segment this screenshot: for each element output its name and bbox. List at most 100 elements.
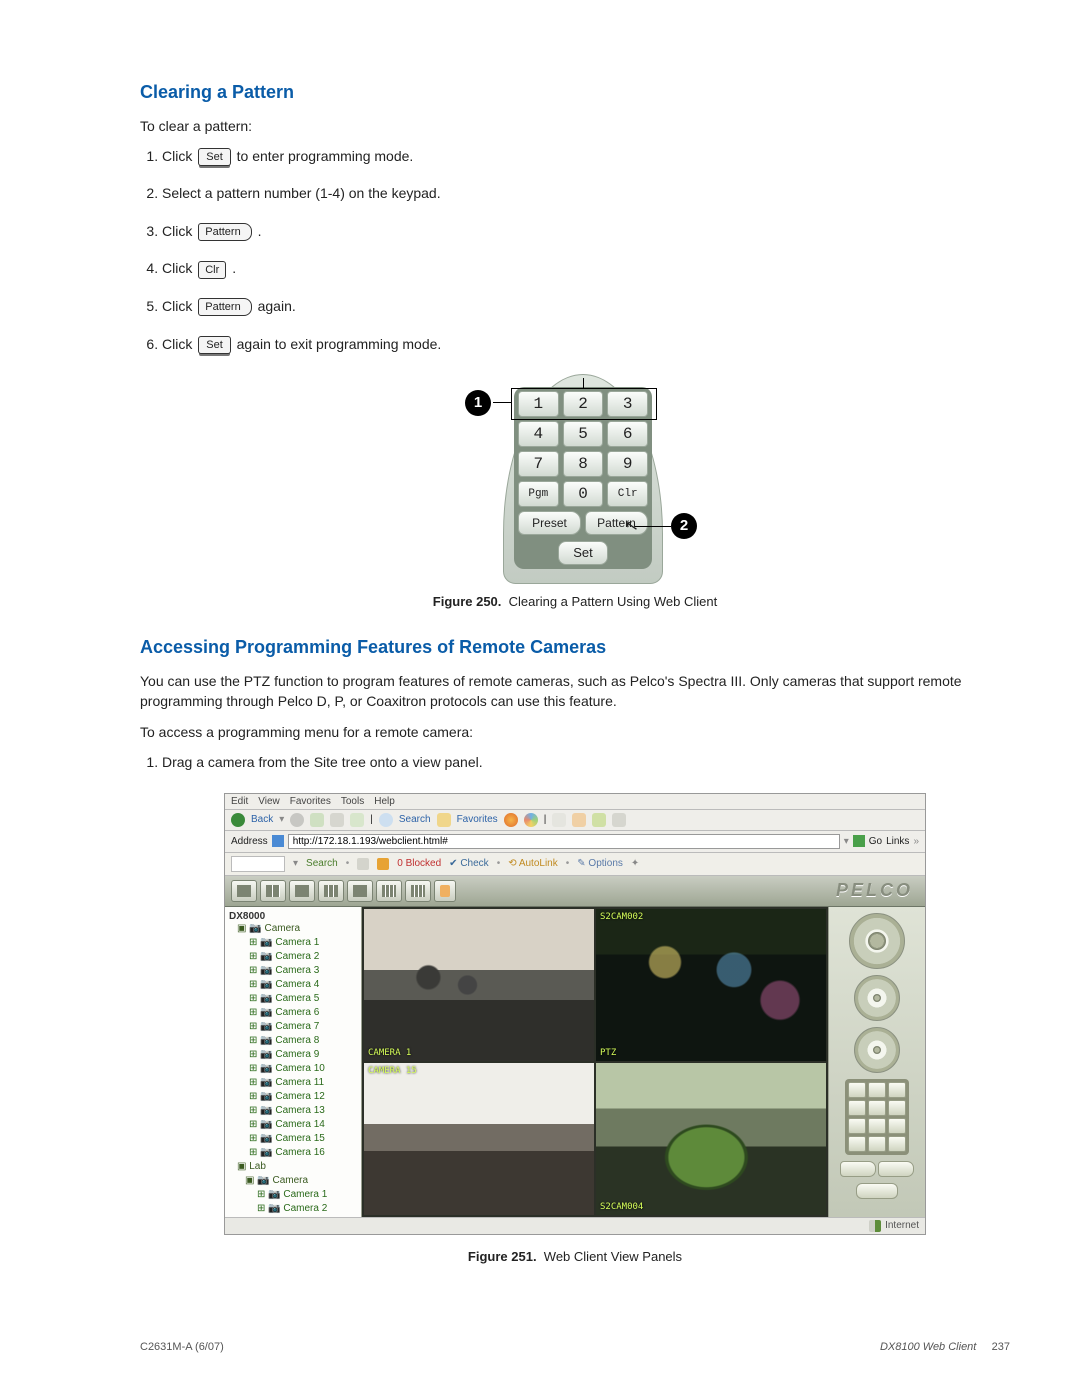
tree-camera-item[interactable]: ⊞ 📷 Camera 8 — [229, 1034, 357, 1048]
menu-favorites[interactable]: Favorites — [290, 796, 331, 807]
discuss-icon[interactable] — [612, 813, 626, 827]
mail-icon[interactable] — [552, 813, 566, 827]
keypad-key-8[interactable]: 8 — [563, 451, 604, 477]
tb2-search[interactable]: Search — [306, 858, 338, 869]
tree-lab-node[interactable]: ▣ Lab — [229, 1160, 357, 1174]
mini-key[interactable] — [848, 1118, 866, 1134]
print-icon[interactable] — [572, 813, 586, 827]
pattern-button-icon: Pattern — [198, 223, 251, 241]
history-icon[interactable] — [524, 813, 538, 827]
tb2-autolink[interactable]: ⟲ AutoLink — [508, 858, 558, 869]
keypad-key-5[interactable]: 5 — [563, 421, 604, 447]
home-icon[interactable] — [350, 813, 364, 827]
edit-icon[interactable] — [592, 813, 606, 827]
tree-camera-item[interactable]: ⊞ 📷 Camera 16 — [229, 1146, 357, 1160]
mini-key[interactable] — [888, 1082, 906, 1098]
tree-camera-item[interactable]: ⊞ 📷 Camera 3 — [229, 1216, 357, 1217]
view-panel-3[interactable]: CAMERA 15 — [364, 1063, 594, 1215]
site-tree[interactable]: DX8000 ▣ 📷 Camera ⊞ 📷 Camera 1⊞ 📷 Camera… — [225, 907, 362, 1217]
keypad-key-0[interactable]: 0 — [563, 481, 604, 507]
media-icon[interactable] — [504, 813, 518, 827]
mini-key[interactable] — [868, 1118, 886, 1134]
tree-camera-item[interactable]: ⊞ 📷 Camera 1 — [229, 936, 357, 950]
webclient-screenshot: Edit View Favorites Tools Help Back ▾ | … — [224, 793, 926, 1235]
search-icon[interactable] — [379, 813, 393, 827]
mini-key[interactable] — [848, 1100, 866, 1116]
mini-set[interactable] — [856, 1183, 898, 1199]
tree-camera-item[interactable]: ⊞ 📷 Camera 6 — [229, 1006, 357, 1020]
links-label[interactable]: Links — [886, 836, 909, 847]
step-1: Click Set to enter programming mode. — [162, 147, 1010, 167]
mini-key[interactable] — [848, 1136, 866, 1152]
ptz-pan-ring[interactable] — [849, 913, 905, 969]
keypad-set-button[interactable]: Set — [558, 541, 608, 565]
tree-camera-item[interactable]: ⊞ 📷 Camera 3 — [229, 964, 357, 978]
favorites-label[interactable]: Favorites — [457, 814, 498, 825]
keypad-key-9[interactable]: 9 — [607, 451, 648, 477]
tree-camera-item[interactable]: ⊞ 📷 Camera 2 — [229, 1202, 357, 1216]
back-label[interactable]: Back — [251, 814, 273, 825]
layout-3x3-icon[interactable] — [318, 880, 344, 902]
layout-2x2-icon[interactable] — [260, 880, 286, 902]
tree-root[interactable]: DX8000 — [229, 911, 357, 922]
forward-icon[interactable] — [290, 813, 304, 827]
tree-camera-item[interactable]: ⊞ 📷 Camera 15 — [229, 1132, 357, 1146]
view-panel-2[interactable]: S2CAM002 PTZ — [596, 909, 826, 1061]
menu-help[interactable]: Help — [374, 796, 395, 807]
go-icon[interactable] — [853, 835, 865, 847]
webclient-main: DX8000 ▣ 📷 Camera ⊞ 📷 Camera 1⊞ 📷 Camera… — [225, 907, 925, 1217]
mini-preset[interactable] — [840, 1161, 876, 1177]
view-panel-1[interactable]: CAMERA 1 — [364, 909, 594, 1061]
keypad-key-6[interactable]: 6 — [607, 421, 648, 447]
tree-camera-item[interactable]: ⊞ 📷 Camera 12 — [229, 1090, 357, 1104]
keypad-key-7[interactable]: 7 — [518, 451, 559, 477]
mini-key[interactable] — [888, 1100, 906, 1116]
tree-camera-item[interactable]: ⊞ 📷 Camera 10 — [229, 1062, 357, 1076]
step-text: again. — [258, 298, 296, 314]
tree-camera-item[interactable]: ⊞ 📷 Camera 4 — [229, 978, 357, 992]
stop-icon[interactable] — [310, 813, 324, 827]
keypad-key-pgm[interactable]: Pgm — [518, 481, 559, 507]
keypad-preset-button[interactable]: Preset — [518, 511, 581, 535]
keypad-key-4[interactable]: 4 — [518, 421, 559, 447]
keypad-key-clr[interactable]: Clr — [607, 481, 648, 507]
tree-camera-item[interactable]: ⊞ 📷 Camera 13 — [229, 1104, 357, 1118]
tb2-check[interactable]: ✔ Check — [449, 858, 489, 869]
tree-camera-item[interactable]: ⊞ 📷 Camera 14 — [229, 1118, 357, 1132]
tb2-options[interactable]: ✎ Options — [577, 858, 623, 869]
mini-key[interactable] — [868, 1100, 886, 1116]
mini-key[interactable] — [888, 1118, 906, 1134]
address-input[interactable] — [288, 834, 840, 849]
search-label[interactable]: Search — [399, 814, 431, 825]
menu-tools[interactable]: Tools — [341, 796, 364, 807]
back-icon[interactable] — [231, 813, 245, 827]
go-label[interactable]: Go — [869, 836, 882, 847]
tree-camera-item[interactable]: ⊞ 📷 Camera 2 — [229, 950, 357, 964]
layout-1p12-icon[interactable] — [376, 880, 402, 902]
mini-key[interactable] — [868, 1136, 886, 1152]
tree-camera-item[interactable]: ⊞ 📷 Camera 5 — [229, 992, 357, 1006]
layout-1p5-icon[interactable] — [289, 880, 315, 902]
ptz-zoom-ring[interactable] — [854, 975, 900, 1021]
refresh-icon[interactable] — [330, 813, 344, 827]
tb2-blocked[interactable]: 0 Blocked — [397, 858, 441, 869]
tree-camera-item[interactable]: ⊞ 📷 Camera 1 — [229, 1188, 357, 1202]
tree-camera-item[interactable]: ⊞ 📷 Camera 11 — [229, 1076, 357, 1090]
ptz-focus-ring[interactable] — [854, 1027, 900, 1073]
view-panel-4[interactable]: S2CAM004 — [596, 1063, 826, 1215]
tree-camera-item[interactable]: ⊞ 📷 Camera 9 — [229, 1048, 357, 1062]
mini-key[interactable] — [868, 1082, 886, 1098]
tree-camera-node[interactable]: ▣ 📷 Camera — [229, 922, 357, 936]
layout-4x4-icon[interactable] — [405, 880, 431, 902]
favorites-icon[interactable] — [437, 813, 451, 827]
tree-camera-node-2[interactable]: ▣ 📷 Camera — [229, 1174, 357, 1188]
layout-1p7-icon[interactable] — [347, 880, 373, 902]
mini-key[interactable] — [888, 1136, 906, 1152]
menu-view[interactable]: View — [258, 796, 280, 807]
menu-edit[interactable]: Edit — [231, 796, 248, 807]
layout-extra-icon[interactable] — [434, 880, 456, 902]
mini-key[interactable] — [848, 1082, 866, 1098]
layout-1x1-icon[interactable] — [231, 880, 257, 902]
mini-pattern[interactable] — [878, 1161, 914, 1177]
tree-camera-item[interactable]: ⊞ 📷 Camera 7 — [229, 1020, 357, 1034]
